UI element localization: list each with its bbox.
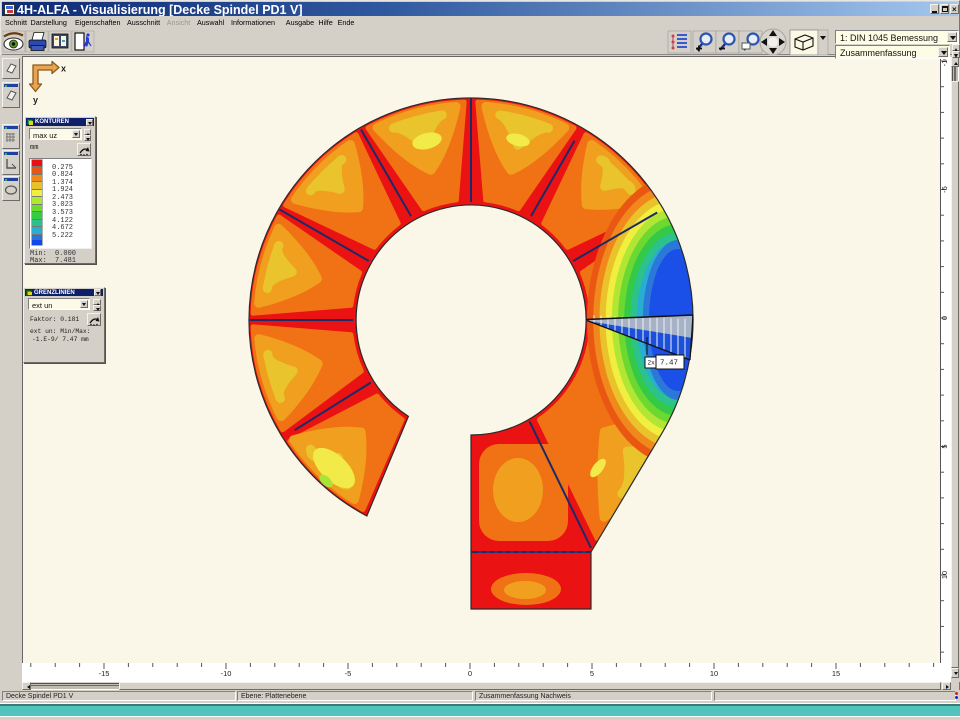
svg-text:10: 10 bbox=[710, 669, 718, 678]
svg-text:-15: -15 bbox=[99, 669, 110, 678]
svg-text:15: 15 bbox=[832, 669, 840, 678]
svg-text:5: 5 bbox=[590, 669, 594, 678]
svg-text:0: 0 bbox=[940, 316, 949, 320]
svg-text:-5: -5 bbox=[345, 669, 352, 678]
svg-text:2x: 2x bbox=[648, 360, 656, 367]
svg-text:0: 0 bbox=[468, 669, 472, 678]
svg-text:7.47: 7.47 bbox=[660, 360, 678, 368]
svg-text:-5: -5 bbox=[940, 186, 949, 193]
svg-text:10: 10 bbox=[940, 571, 949, 579]
svg-text:5: 5 bbox=[940, 444, 949, 448]
svg-text:-10: -10 bbox=[221, 669, 232, 678]
